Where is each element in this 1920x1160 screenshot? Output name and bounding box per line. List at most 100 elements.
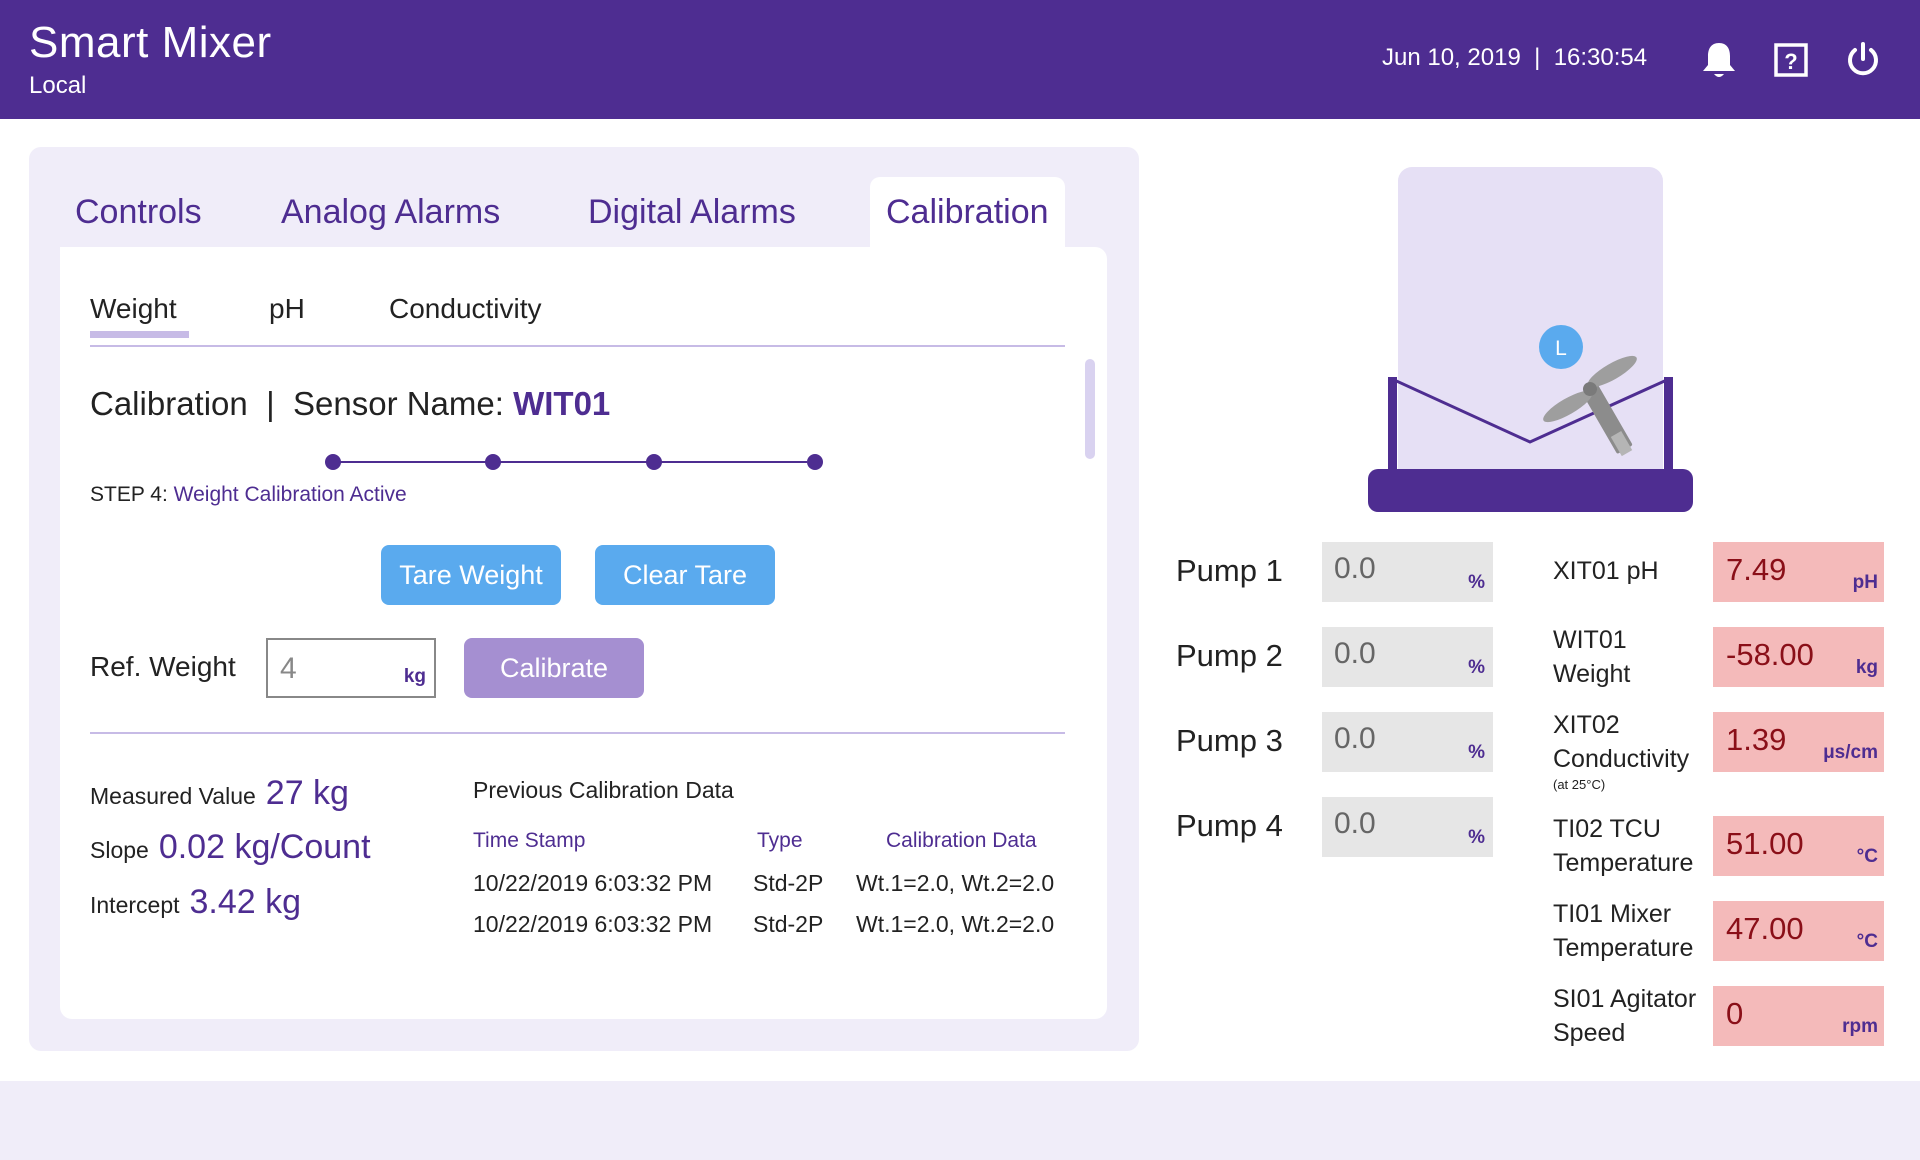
- active-subtab-indicator: [90, 331, 189, 338]
- pump-3-label: Pump 3: [1176, 723, 1283, 758]
- sensor-xit02-value: 1.39: [1726, 722, 1787, 757]
- ref-weight-field[interactable]: kg: [266, 638, 436, 698]
- scrollbar[interactable]: [1085, 359, 1095, 459]
- sensor-xit01-unit: pH: [1852, 572, 1878, 593]
- pump-3-value: 0.0: [1334, 722, 1376, 755]
- pump-1-unit: %: [1468, 572, 1485, 593]
- ref-weight-label: Ref. Weight: [90, 651, 236, 682]
- tab-digital-alarms[interactable]: Digital Alarms: [588, 177, 796, 247]
- step-number: STEP 4:: [90, 483, 174, 506]
- table-cell-type: Std-2P: [753, 870, 824, 896]
- column-header-timestamp: Time Stamp: [473, 829, 586, 852]
- table-cell-timestamp: 10/22/2019 6:03:32 PM: [473, 870, 713, 896]
- subtab-conductivity[interactable]: Conductivity: [389, 293, 542, 325]
- sensor-xit02-unit: μs/cm: [1823, 742, 1878, 763]
- sensor-name: WIT01: [513, 385, 611, 422]
- step-progress-line: [333, 461, 807, 463]
- step-dot-2: [485, 454, 501, 470]
- calibration-title-prefix: Calibration | Sensor Name:: [90, 385, 514, 422]
- measured-value-label: Measured Value: [90, 783, 256, 809]
- sensor-si01-label: SI01 Agitator Speed: [1553, 982, 1696, 1050]
- sensor-xit02-field: 1.39 μs/cm: [1713, 712, 1884, 772]
- slope-value: 0.02 kg/Count: [158, 828, 371, 866]
- sensor-label-note: (at 25°C): [1553, 777, 1606, 792]
- sensor-label-line: Temperature: [1553, 849, 1694, 877]
- app-header: Smart Mixer Local Jun 10, 2019 | 16:30:5…: [0, 0, 1920, 119]
- pump-2-field: 0.0%: [1322, 627, 1493, 687]
- sensor-label-line: Speed: [1553, 1019, 1626, 1047]
- pump-4-label: Pump 4: [1176, 808, 1283, 843]
- subtab-divider: [90, 345, 1065, 347]
- pump-4-unit: %: [1468, 827, 1485, 848]
- step-dot-1: [325, 454, 341, 470]
- sensor-ti01-label: TI01 Mixer Temperature: [1553, 897, 1693, 965]
- pump-1-value: 0.0: [1334, 552, 1376, 585]
- pump-3-field: 0.0%: [1322, 712, 1493, 772]
- mixer-vessel: L: [1368, 167, 1693, 512]
- intercept-label: Intercept: [90, 892, 180, 918]
- subtab-weight[interactable]: Weight: [90, 293, 177, 325]
- pump-1-field: 0.0%: [1322, 542, 1493, 602]
- app-title: Smart Mixer: [29, 18, 272, 67]
- sensor-label-line: Temperature: [1553, 934, 1694, 962]
- pump-4-field: 0.0%: [1322, 797, 1493, 857]
- sensor-ti01-value: 47.00: [1726, 911, 1804, 946]
- tab-calibration[interactable]: Calibration: [870, 177, 1065, 247]
- pump-4-value: 0.0: [1334, 807, 1376, 840]
- sensor-label-line: Weight: [1553, 660, 1631, 688]
- column-header-calibration-data: Calibration Data: [886, 829, 1037, 852]
- section-divider: [90, 732, 1065, 734]
- table-cell-type: Std-2P: [753, 911, 824, 937]
- app-location: Local: [29, 72, 87, 99]
- power-icon[interactable]: [1841, 38, 1885, 82]
- table-cell-calibration-data: Wt.1=2.0, Wt.2=2.0: [856, 911, 1055, 937]
- sensor-xit02-label: XIT02 Conductivity (at 25°C): [1553, 708, 1689, 794]
- sensor-si01-value: 0: [1726, 996, 1744, 1031]
- sensor-si01-unit: rpm: [1842, 1016, 1878, 1037]
- subtab-ph[interactable]: pH: [269, 293, 305, 325]
- calibrate-button[interactable]: Calibrate: [464, 638, 644, 698]
- pump-1-label: Pump 1: [1176, 553, 1283, 588]
- sensor-ti02-label: TI02 TCU Temperature: [1553, 812, 1693, 880]
- step-progress: [325, 452, 823, 472]
- sensor-xit01-label: XIT01 pH: [1553, 554, 1659, 588]
- sensor-wit01-unit: kg: [1855, 657, 1878, 678]
- intercept-value: 3.42 kg: [189, 883, 302, 921]
- clear-tare-button[interactable]: Clear Tare: [595, 545, 775, 605]
- sensor-ti02-field: 51.00 °C: [1713, 816, 1884, 876]
- measured-value: 27 kg: [265, 774, 349, 812]
- sensor-si01-field: 0 rpm: [1713, 986, 1884, 1046]
- step-description: Weight Calibration Active: [173, 483, 407, 506]
- help-icon[interactable]: ?: [1769, 38, 1813, 82]
- date-time-display: Jun 10, 2019 | 16:30:54: [1382, 44, 1648, 71]
- tab-analog-alarms[interactable]: Analog Alarms: [281, 177, 500, 247]
- step-dot-4: [807, 454, 823, 470]
- calibration-card: Weight pH Conductivity Calibration | Sen…: [60, 247, 1107, 1019]
- step-status: STEP 4: Weight Calibration Active: [90, 483, 407, 507]
- svg-text:?: ?: [1784, 49, 1797, 74]
- pump-3-unit: %: [1468, 742, 1485, 763]
- sensor-label-line: WIT01: [1553, 626, 1627, 654]
- pump-2-value: 0.0: [1334, 637, 1376, 670]
- sensor-label-line: SI01 Agitator: [1553, 985, 1697, 1013]
- column-header-type: Type: [757, 829, 803, 852]
- tab-controls[interactable]: Controls: [75, 177, 202, 247]
- table-cell-timestamp: 10/22/2019 6:03:32 PM: [473, 911, 713, 937]
- slope-label: Slope: [90, 837, 149, 863]
- step-dot-3: [646, 454, 662, 470]
- sensor-label-line: XIT02: [1553, 711, 1620, 739]
- bell-icon[interactable]: [1697, 38, 1741, 82]
- sensor-ti02-unit: °C: [1856, 846, 1878, 867]
- sensor-wit01-label: WIT01 Weight: [1553, 623, 1630, 691]
- previous-calibration-title: Previous Calibration Data: [473, 777, 734, 803]
- sensor-label-line: Conductivity: [1553, 745, 1690, 773]
- ref-weight-input[interactable]: [280, 652, 390, 686]
- sensor-ti02-value: 51.00: [1726, 826, 1804, 861]
- sensor-label-line: XIT01 pH: [1553, 557, 1659, 585]
- vessel-base: [1368, 469, 1693, 512]
- ref-weight-unit: kg: [403, 666, 426, 687]
- sensor-wit01-value: -58.00: [1726, 637, 1814, 672]
- measured-value-row: Measured Value 27 kg: [90, 774, 349, 813]
- tare-weight-button[interactable]: Tare Weight: [381, 545, 561, 605]
- settings-panel: Controls Analog Alarms Digital Alarms Ca…: [29, 147, 1139, 1051]
